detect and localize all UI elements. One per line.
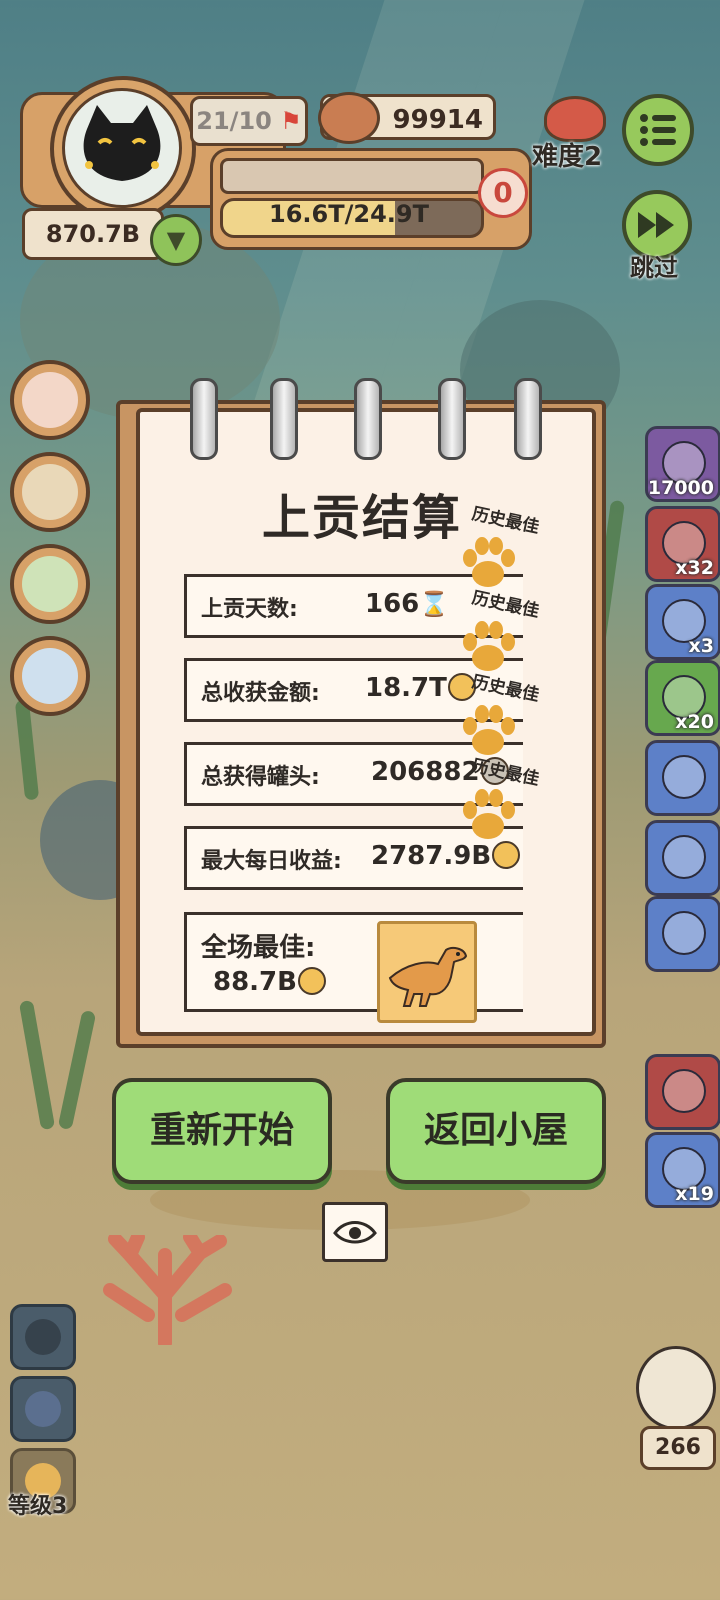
- skip-label: 跳过: [630, 254, 678, 282]
- stat-label: 总获得罐头:: [201, 765, 320, 790]
- eye-icon: [333, 1221, 377, 1244]
- item-slot[interactable]: [645, 896, 720, 972]
- seaweed: [14, 699, 40, 801]
- item-count: x3: [688, 635, 714, 657]
- difficulty-label[interactable]: 难度2: [532, 136, 602, 173]
- notebook-ring: [270, 378, 298, 460]
- orb-icon: [25, 1391, 61, 1427]
- item-slot[interactable]: x3: [645, 584, 720, 660]
- best-fish-card[interactable]: [377, 921, 477, 1023]
- coral-decoration: [103, 1235, 232, 1345]
- chevron-down-icon[interactable]: ▼: [150, 214, 202, 266]
- fast-forward-icon: [638, 212, 674, 238]
- handheld-icon: [22, 556, 78, 612]
- item-count: x32: [675, 557, 714, 579]
- stat-value: 166⌛: [365, 589, 450, 619]
- item-slot[interactable]: 17000: [645, 426, 720, 502]
- device-button[interactable]: [10, 544, 90, 624]
- stat-label: 最大每日收益:: [201, 849, 342, 874]
- fish-counter: 266: [640, 1426, 716, 1470]
- stat-label: 总收获金额:: [201, 681, 320, 706]
- box-icon: [22, 464, 78, 520]
- money-value: 870.7B: [45, 220, 141, 248]
- item-slot[interactable]: [645, 740, 720, 816]
- level-label: 等级3: [8, 1494, 68, 1519]
- menu-list-icon: [640, 114, 676, 146]
- shell-icon: [662, 1069, 706, 1113]
- fish-count-value: 266: [655, 1435, 701, 1460]
- item-count: 17000: [647, 477, 714, 499]
- money-counter: 870.7B: [22, 208, 164, 260]
- paw-print-icon: [463, 789, 515, 839]
- danger-counter: 0: [478, 168, 528, 218]
- best-label: 全场最佳:: [201, 933, 316, 963]
- return-home-button[interactable]: 返回小屋: [386, 1078, 606, 1184]
- eye-toggle-button[interactable]: [322, 1202, 388, 1262]
- goal-progress-text: 16.6T/24.9T: [269, 200, 429, 228]
- stat-label: 上贡天数:: [201, 597, 298, 622]
- avatar[interactable]: [62, 88, 182, 208]
- black-cat-icon: [83, 105, 161, 181]
- can-icon: [318, 92, 380, 144]
- jar-icon: [662, 755, 706, 799]
- camera-icon: [662, 911, 706, 955]
- bell-button[interactable]: [10, 636, 90, 716]
- cookie-plus-icon: [662, 835, 706, 879]
- progress-counter: 21/10 ⚑: [190, 96, 308, 146]
- best-overall-card: 全场最佳: 88.7B: [184, 912, 523, 1023]
- cans-value: 99914: [392, 105, 483, 135]
- paw-coin-icon: [297, 966, 326, 995]
- orb-slot-button[interactable]: [10, 1376, 76, 1442]
- flag-icon: ⚑: [280, 107, 302, 135]
- fish-shop-button[interactable]: [10, 360, 90, 440]
- seaweed: [18, 999, 56, 1131]
- item-count: x20: [675, 711, 714, 733]
- progress-counter-text: 21/10: [196, 107, 272, 135]
- menu-button[interactable]: [622, 94, 694, 166]
- notebook-ring: [354, 378, 382, 460]
- item-slot[interactable]: x19: [645, 1132, 720, 1208]
- segment-bar: [220, 158, 484, 194]
- notebook-ring: [190, 378, 218, 460]
- seaweed: [57, 1009, 97, 1131]
- best-value: 88.7B: [213, 966, 326, 997]
- hourglass-icon: ⌛: [419, 590, 450, 618]
- notebook-ring: [514, 378, 542, 460]
- notebook-ring: [438, 378, 466, 460]
- item-slot[interactable]: x32: [645, 506, 720, 582]
- box-button[interactable]: [10, 452, 90, 532]
- bell-icon: [22, 648, 78, 704]
- restart-button[interactable]: 重新开始: [112, 1078, 332, 1184]
- item-slot[interactable]: x20: [645, 660, 720, 736]
- goldfish-icon: [22, 372, 78, 428]
- item-slot[interactable]: [645, 1054, 720, 1130]
- item-slot[interactable]: [645, 820, 720, 896]
- dinosaur-icon: [388, 947, 468, 1007]
- pufferfish-icon[interactable]: [636, 1346, 716, 1430]
- gear-icon: [25, 1319, 61, 1355]
- item-count: x19: [675, 1183, 714, 1205]
- gear-slot-button[interactable]: [10, 1304, 76, 1370]
